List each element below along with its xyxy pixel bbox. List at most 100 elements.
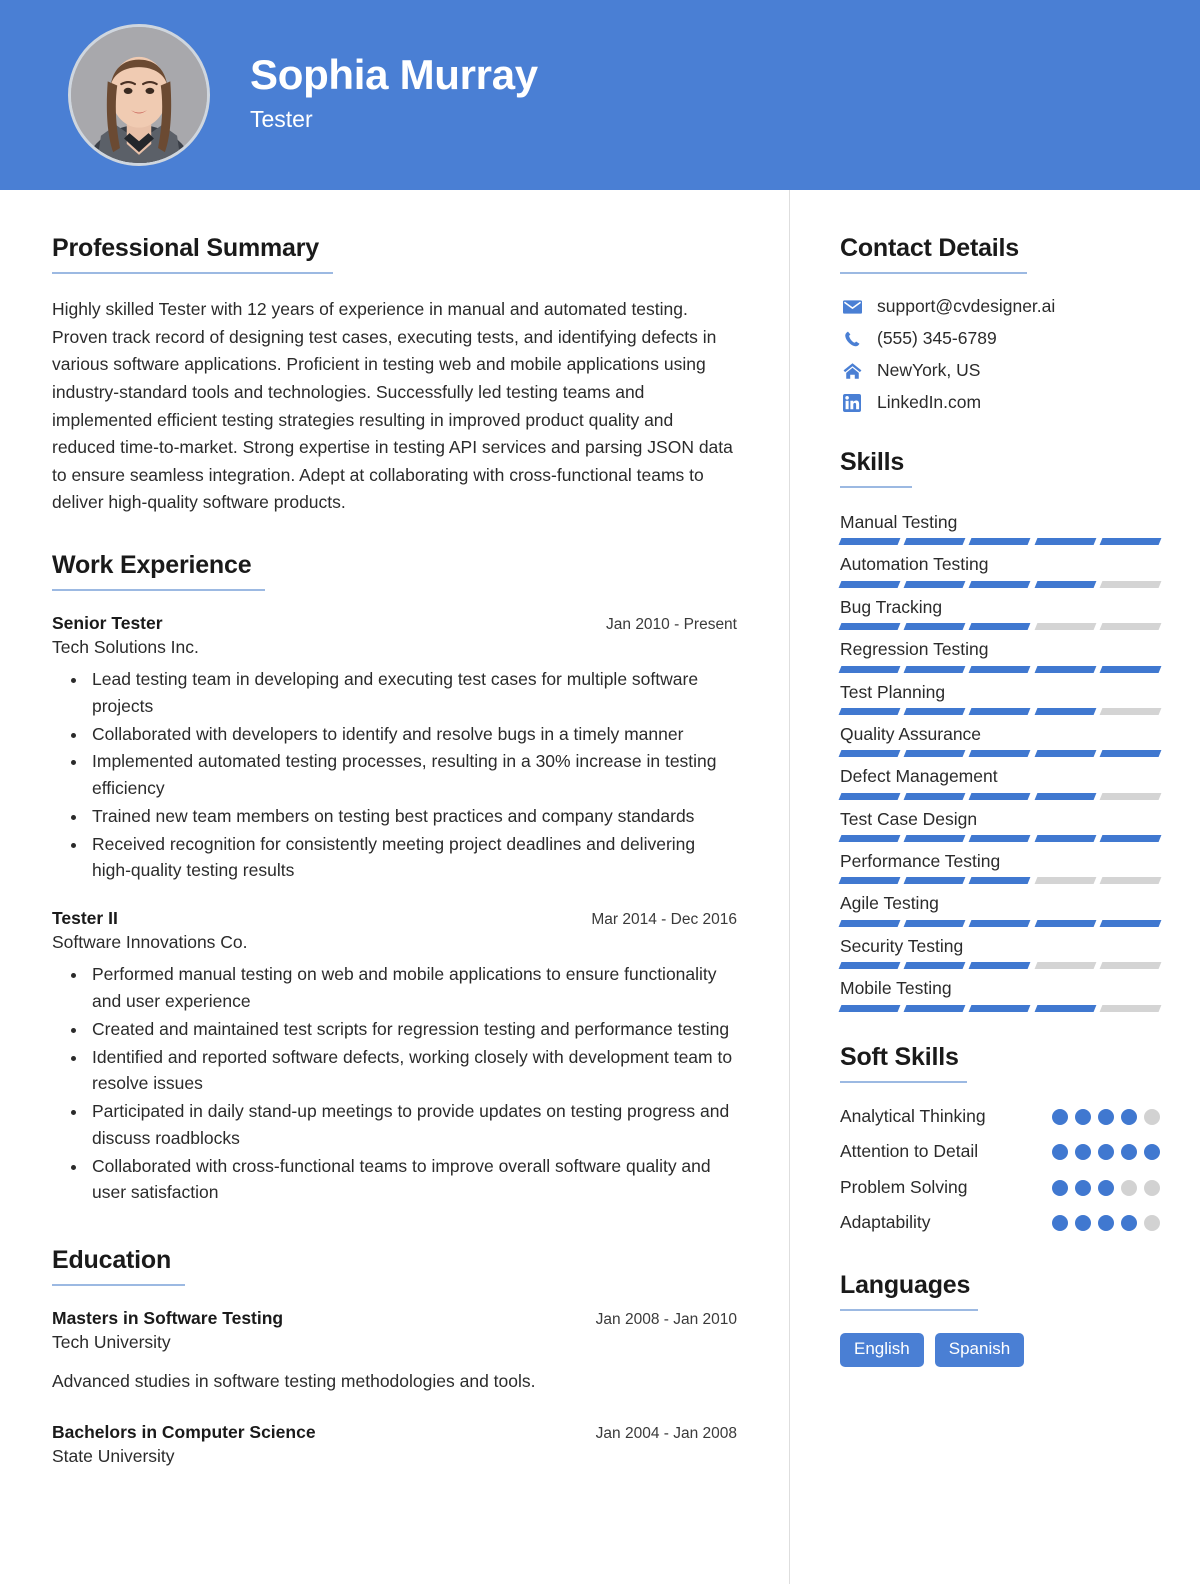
skill-segment (1034, 962, 1097, 970)
soft-skill-row: Analytical Thinking (840, 1105, 1160, 1129)
skill-segment (903, 919, 966, 927)
skill-segment (1099, 877, 1162, 885)
soft-skills-heading-wrap: Soft Skills (840, 1043, 1160, 1083)
contact-value: support@cvdesigner.ai (877, 296, 1056, 316)
skill-segment (1034, 877, 1097, 885)
soft-skill-label: Adaptability (840, 1212, 931, 1233)
skill-row: Quality Assurance (838, 722, 1162, 758)
soft-skill-dot (1075, 1108, 1091, 1125)
contact-row[interactable]: NewYork, US (840, 360, 1160, 381)
experience-bullet: Lead testing team in developing and exec… (88, 666, 737, 720)
contact-row[interactable]: support@cvdesigner.ai (840, 296, 1160, 317)
header-text: Sophia Murray Tester (250, 52, 538, 138)
skill-row: Performance Testing (838, 849, 1162, 885)
job-date: Mar 2014 - Dec 2016 (591, 911, 737, 929)
skill-level-bar (838, 665, 1162, 673)
soft-skill-dot (1098, 1108, 1114, 1125)
job-company: Tech Solutions Inc. (52, 637, 199, 658)
skill-segment (968, 1004, 1032, 1012)
skill-segment (968, 919, 1032, 927)
skill-row: Mobile Testing (838, 976, 1162, 1012)
skill-segment (968, 792, 1032, 800)
soft-skill-rating (1052, 1105, 1160, 1125)
language-chip[interactable]: Spanish (934, 1333, 1025, 1367)
soft-skill-dot (1121, 1215, 1137, 1232)
skill-segment (1034, 707, 1097, 715)
skill-level-bar (838, 1004, 1162, 1012)
education-description: Advanced studies in software testing met… (52, 1371, 536, 1392)
skill-segment (968, 750, 1032, 758)
job-date: Jan 2010 - Present (606, 616, 737, 634)
skill-label: Performance Testing (840, 851, 1001, 871)
skill-segment (1099, 919, 1162, 927)
skill-segment (903, 1004, 966, 1012)
skill-level-bar (838, 835, 1162, 842)
linkedin-icon (840, 393, 864, 413)
skill-segment (1034, 580, 1097, 588)
soft-skill-dot (1121, 1144, 1137, 1161)
soft-skill-dot (1144, 1108, 1160, 1125)
soft-skill-rating (1052, 1176, 1160, 1196)
experience-item-header: Senior Tester Jan 2010 - Present (52, 613, 737, 634)
skill-label: Mobile Testing (840, 978, 952, 999)
contact-value: LinkedIn.com (877, 392, 982, 412)
summary-heading-wrap: Professional Summary (52, 234, 737, 274)
skill-row: Test Planning (838, 680, 1162, 715)
skills-heading-wrap: Skills (840, 448, 1160, 488)
skill-level-bar (838, 750, 1162, 758)
soft-skill-label: Problem Solving (840, 1176, 968, 1197)
sidebar-column: Contact Details support@cvdesigner.ai (5… (790, 190, 1200, 1584)
contact-heading-wrap: Contact Details (840, 234, 1160, 274)
soft-skill-dot (1075, 1179, 1091, 1196)
soft-skill-rating (1052, 1140, 1160, 1161)
experience-bullet: Performed manual testing on web and mobi… (88, 961, 737, 1015)
degree-date: Jan 2008 - Jan 2010 (595, 1311, 737, 1329)
experience-item: Tester II Mar 2014 - Dec 2016 Software I… (52, 908, 737, 1206)
skill-label: Regression Testing (840, 639, 989, 660)
education-item: Masters in Software Testing Jan 2008 - J… (52, 1308, 737, 1392)
languages-heading: Languages (840, 1271, 979, 1311)
language-chip[interactable]: English (840, 1333, 924, 1367)
soft-skills-list: Analytical Thinking Attention to Detail … (840, 1105, 1160, 1236)
skill-label: Agile Testing (840, 893, 939, 914)
skill-label: Test Planning (840, 681, 946, 702)
experience-list: Senior Tester Jan 2010 - Present Tech So… (52, 613, 737, 1206)
main-column: Professional Summary Highly skilled Test… (0, 190, 790, 1584)
skill-level-bar (838, 962, 1162, 970)
contact-heading: Contact Details (840, 234, 1027, 274)
experience-bullet: Collaborated with developers to identify… (88, 721, 737, 748)
soft-skill-dot (1144, 1179, 1160, 1196)
skill-segment (838, 877, 901, 885)
soft-skill-label: Analytical Thinking (840, 1105, 986, 1126)
skill-segment (903, 580, 966, 588)
skill-label: Security Testing (840, 935, 964, 956)
soft-skill-rating (1052, 1211, 1160, 1232)
skill-segment (968, 580, 1032, 588)
skill-segment (1099, 707, 1162, 715)
skill-segment (838, 835, 901, 842)
school-name: Tech University (52, 1332, 171, 1353)
resume-page: Sophia Murray Tester Professional Summar… (0, 0, 1200, 1584)
skill-segment (968, 665, 1032, 673)
phone-icon (840, 329, 864, 349)
skill-segment (1034, 665, 1097, 673)
skill-segment (1099, 665, 1162, 673)
job-company: Software Innovations Co. (52, 932, 248, 953)
skill-segment (968, 623, 1032, 631)
soft-skill-dot (1052, 1144, 1068, 1161)
contact-row[interactable]: (555) 345-6789 (840, 328, 1160, 349)
skill-segment (1034, 792, 1097, 800)
skill-row: Automation Testing (838, 552, 1162, 588)
skill-segment (838, 538, 901, 546)
soft-skill-dot (1075, 1215, 1091, 1232)
experience-item: Senior Tester Jan 2010 - Present Tech So… (52, 613, 737, 884)
contact-row[interactable]: LinkedIn.com (840, 392, 1160, 413)
skill-segment (838, 962, 901, 970)
skill-segment (838, 1004, 901, 1012)
skill-row: Defect Management (838, 764, 1162, 800)
education-heading: Education (52, 1246, 186, 1287)
job-bullets: Performed manual testing on web and mobi… (52, 961, 737, 1206)
skill-segment (838, 750, 901, 758)
